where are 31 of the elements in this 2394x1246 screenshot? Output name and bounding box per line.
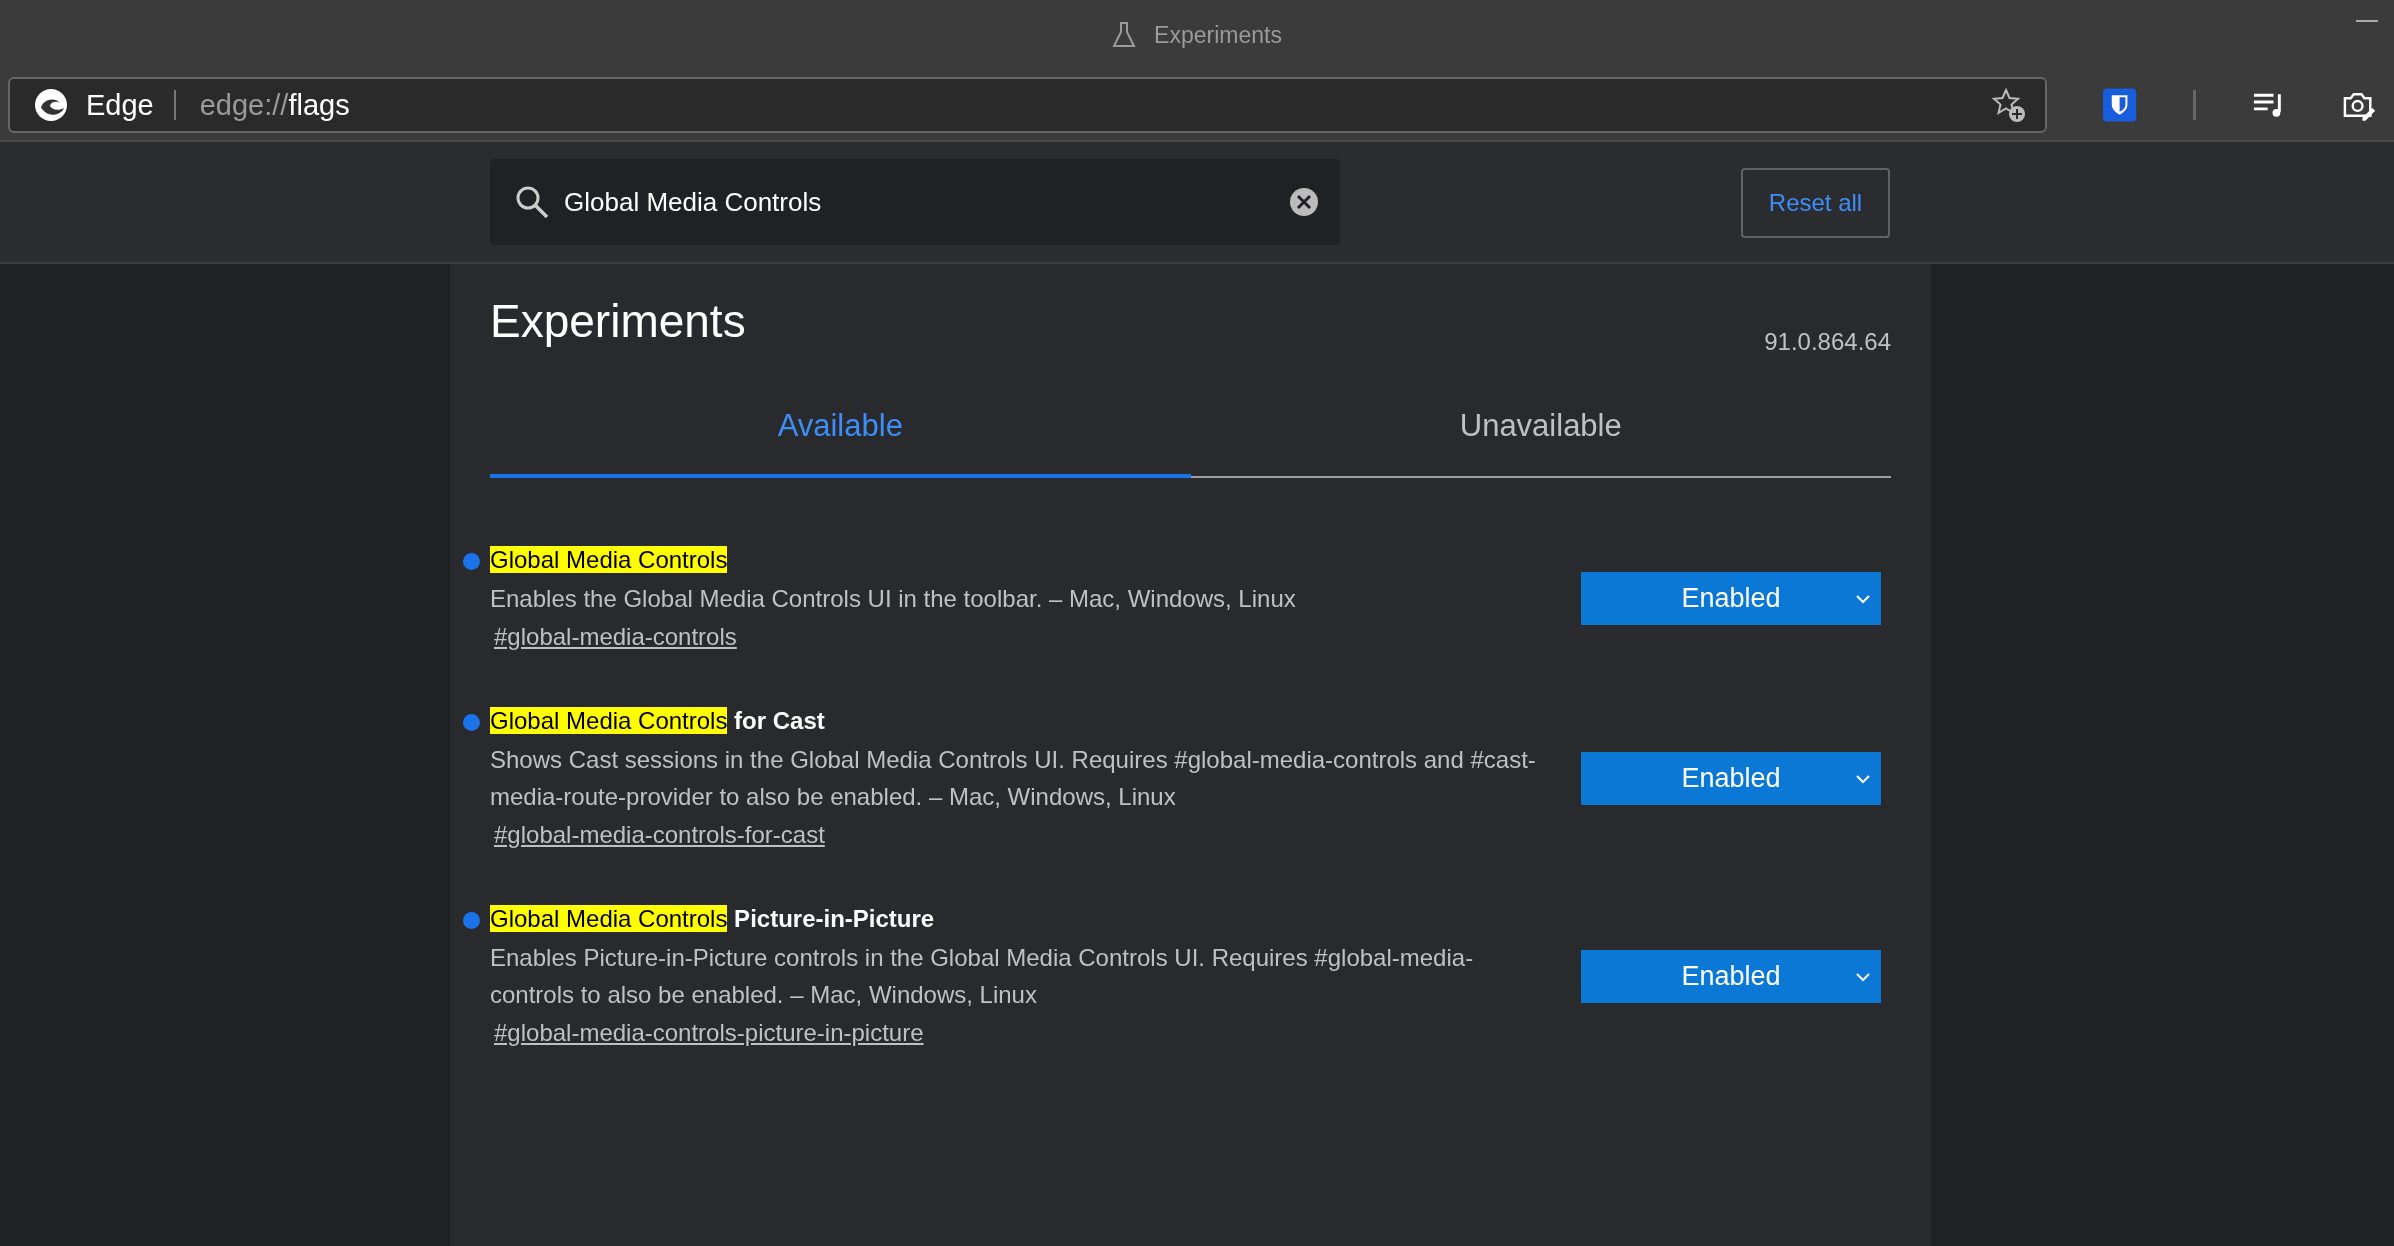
favorite-add-icon[interactable] (1991, 87, 2028, 123)
flag-link[interactable]: #global-media-controls (494, 623, 737, 651)
url-text: edge://flags (199, 88, 351, 122)
flag-description: Enables the Global Media Controls UI in the toolbar. – Mac, Windows, Linux (490, 584, 1297, 614)
flag-dropdown[interactable]: Enabled (1581, 751, 1881, 805)
flag-dropdown[interactable]: Enabled (1581, 949, 1881, 1003)
flag-title: Global Media Controls Picture-in-Picture (490, 905, 935, 932)
flag-link[interactable]: #global-media-controls-picture-in-picture (494, 1019, 924, 1047)
chevron-down-icon (1855, 773, 1871, 784)
flag-description: Enables Picture-in-Picture controls in the Global Media Controls UI. Requires #global-media-controls to also be enabled. – Mac, Windows, Linux (490, 943, 1475, 1010)
tab[interactable]: Available (490, 408, 1191, 478)
flag-description: Shows Cast sessions in the Global Media Controls UI. Requires #global-media-controls and #cast-media-route-provider to also be enabled. – Mac, Windows, Linux (490, 745, 1537, 812)
chevron-down-icon (1855, 594, 1871, 604)
flask-icon (1112, 21, 1137, 49)
version-text: 91.0.864.64 (1764, 328, 1891, 356)
tab[interactable]: Unavailable (1190, 408, 1891, 478)
shield-icon[interactable] (2103, 88, 2137, 122)
flag-title: Global Media Controls (490, 546, 728, 573)
edge-logo-icon (34, 88, 68, 122)
address-bar[interactable]: Edge edge://flags (8, 77, 2048, 133)
site-label: Edge (86, 88, 154, 122)
page-heading: Experiments (490, 294, 746, 348)
clear-icon[interactable] (1288, 186, 1320, 218)
window-title: Experiments (1154, 21, 1282, 49)
flag-dropdown[interactable]: Enabled (1581, 572, 1881, 625)
flag-link[interactable]: #global-media-controls-for-cast (494, 821, 825, 849)
search-icon (514, 184, 550, 220)
flag-title: Global Media Controls for Cast (490, 707, 825, 734)
search-field[interactable]: Global Media Controls (490, 159, 1340, 245)
chevron-down-icon (1855, 971, 1871, 982)
reset-all-button[interactable]: Reset all (1741, 168, 1890, 238)
